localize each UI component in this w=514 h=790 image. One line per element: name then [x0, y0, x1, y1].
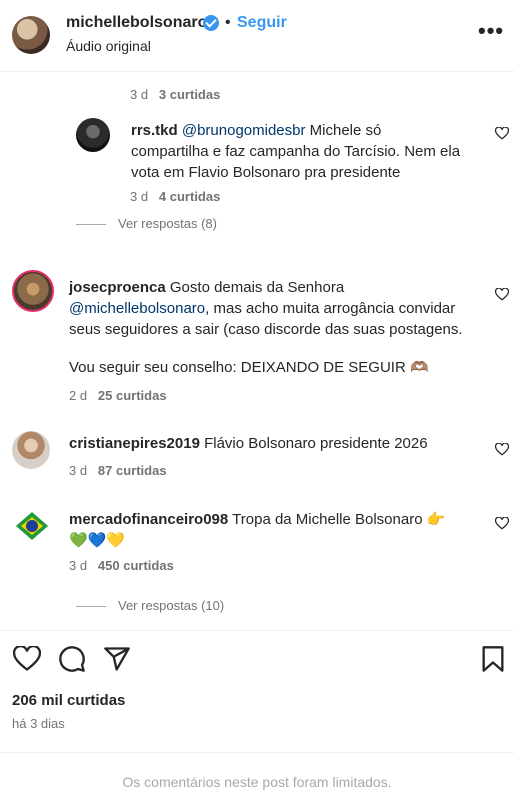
comment-text: Vou seguir seu conselho: DEIXANDO DE SEG…	[69, 359, 406, 376]
separator-dot: •	[225, 14, 231, 31]
actions-divider	[0, 630, 514, 631]
view-replies-button[interactable]: Ver respostas (10)	[76, 598, 224, 613]
comment-text: , mas acho muita arrogância convidar	[205, 300, 456, 317]
like-comment-heart-icon[interactable]	[495, 517, 509, 530]
replies-line	[76, 606, 106, 608]
brazil-flag-avatar-icon[interactable]	[12, 506, 52, 546]
author-username[interactable]: michellebolsonaro	[66, 14, 207, 32]
comment-body: rrs.tkd @brunogomidesbr Michele só compa…	[131, 120, 481, 183]
comment-mention[interactable]: @brunogomidesbr	[182, 122, 306, 139]
hands-emoji: 🫶🏽	[409, 359, 429, 376]
comment-username[interactable]: cristianepires2019	[69, 435, 200, 452]
comment-mention[interactable]: @michellebolsonaro	[69, 300, 205, 317]
comment-username[interactable]: mercadofinanceiro098	[69, 511, 228, 528]
view-replies-label[interactable]: Ver respostas (8)	[118, 216, 217, 231]
comment-text: compartilha e faz campanha do Tarcísio. …	[131, 143, 461, 160]
commenter-avatar[interactable]	[76, 118, 110, 152]
comment-likes[interactable]: 4 curtidas	[159, 189, 220, 204]
comment-text: Flávio Bolsonaro presidente 2026	[204, 435, 428, 452]
audio-label[interactable]: Áudio original	[66, 38, 151, 54]
pointing-emoji: 👉	[426, 511, 446, 528]
like-comment-heart-icon[interactable]	[495, 443, 509, 456]
footer-divider	[0, 752, 514, 753]
verified-badge-icon	[203, 15, 219, 31]
comment-meta: 2 d 25 curtidas	[69, 388, 167, 403]
comment-body: josecproenca Gosto demais da Senhora @mi…	[69, 277, 489, 378]
post-header: michellebolsonaro • Seguir Áudio origina…	[0, 0, 514, 72]
comment-likes[interactable]: 25 curtidas	[98, 388, 167, 403]
comment-text: Michele só	[309, 122, 382, 139]
commenter-avatar[interactable]	[12, 270, 54, 312]
comment-meta: 3 d 450 curtidas	[69, 558, 174, 573]
comment-username[interactable]: rrs.tkd	[131, 122, 178, 139]
author-avatar[interactable]	[12, 16, 50, 54]
view-replies-label[interactable]: Ver respostas (10)	[118, 598, 224, 613]
comment-text: Gosto demais da Senhora	[169, 279, 345, 296]
comment-bubble-icon[interactable]	[58, 645, 86, 673]
comment-text: vota em Flavio Bolsonaro pra presidente	[131, 164, 401, 181]
comment-meta: 3 d 4 curtidas	[130, 189, 220, 204]
comment-body: cristianepires2019 Flávio Bolsonaro pres…	[69, 433, 489, 454]
like-heart-icon[interactable]	[13, 646, 41, 672]
comment-likes[interactable]: 87 curtidas	[98, 463, 167, 478]
hearts-emoji: 💚💙💛	[69, 532, 126, 549]
post-date: há 3 dias	[12, 716, 65, 731]
comment-meta: 3 d 3 curtidas	[130, 87, 220, 102]
like-comment-heart-icon[interactable]	[495, 127, 509, 140]
comment-body: mercadofinanceiro098 Tropa da Michelle B…	[69, 509, 489, 551]
view-replies-button[interactable]: Ver respostas (8)	[76, 216, 217, 231]
comment-text: seus seguidores a sair (caso discorde da…	[69, 321, 463, 338]
follow-button[interactable]: Seguir	[237, 14, 287, 32]
comment-meta: 3 d 87 curtidas	[69, 463, 167, 478]
post-likes-count[interactable]: 206 mil curtidas	[12, 692, 125, 709]
comment-likes[interactable]: 450 curtidas	[98, 558, 174, 573]
commenter-avatar[interactable]	[12, 431, 50, 469]
replies-line	[76, 224, 106, 226]
share-send-icon[interactable]	[103, 645, 131, 673]
comment-time: 3 d	[130, 189, 149, 204]
comments-limited-notice: Os comentários neste post foram limitado…	[122, 774, 392, 790]
more-options-icon[interactable]: •••	[478, 18, 504, 44]
comment-time: 2 d	[69, 388, 88, 403]
comment-likes[interactable]: 3 curtidas	[159, 87, 220, 102]
save-bookmark-icon[interactable]	[481, 645, 505, 673]
comment-time: 3 d	[69, 558, 88, 573]
comment-text: Tropa da Michelle Bolsonaro	[232, 511, 423, 528]
comment-time: 3 d	[130, 87, 149, 102]
comment-time: 3 d	[69, 463, 88, 478]
comment-username[interactable]: josecproenca	[69, 279, 166, 296]
like-comment-heart-icon[interactable]	[495, 288, 509, 301]
